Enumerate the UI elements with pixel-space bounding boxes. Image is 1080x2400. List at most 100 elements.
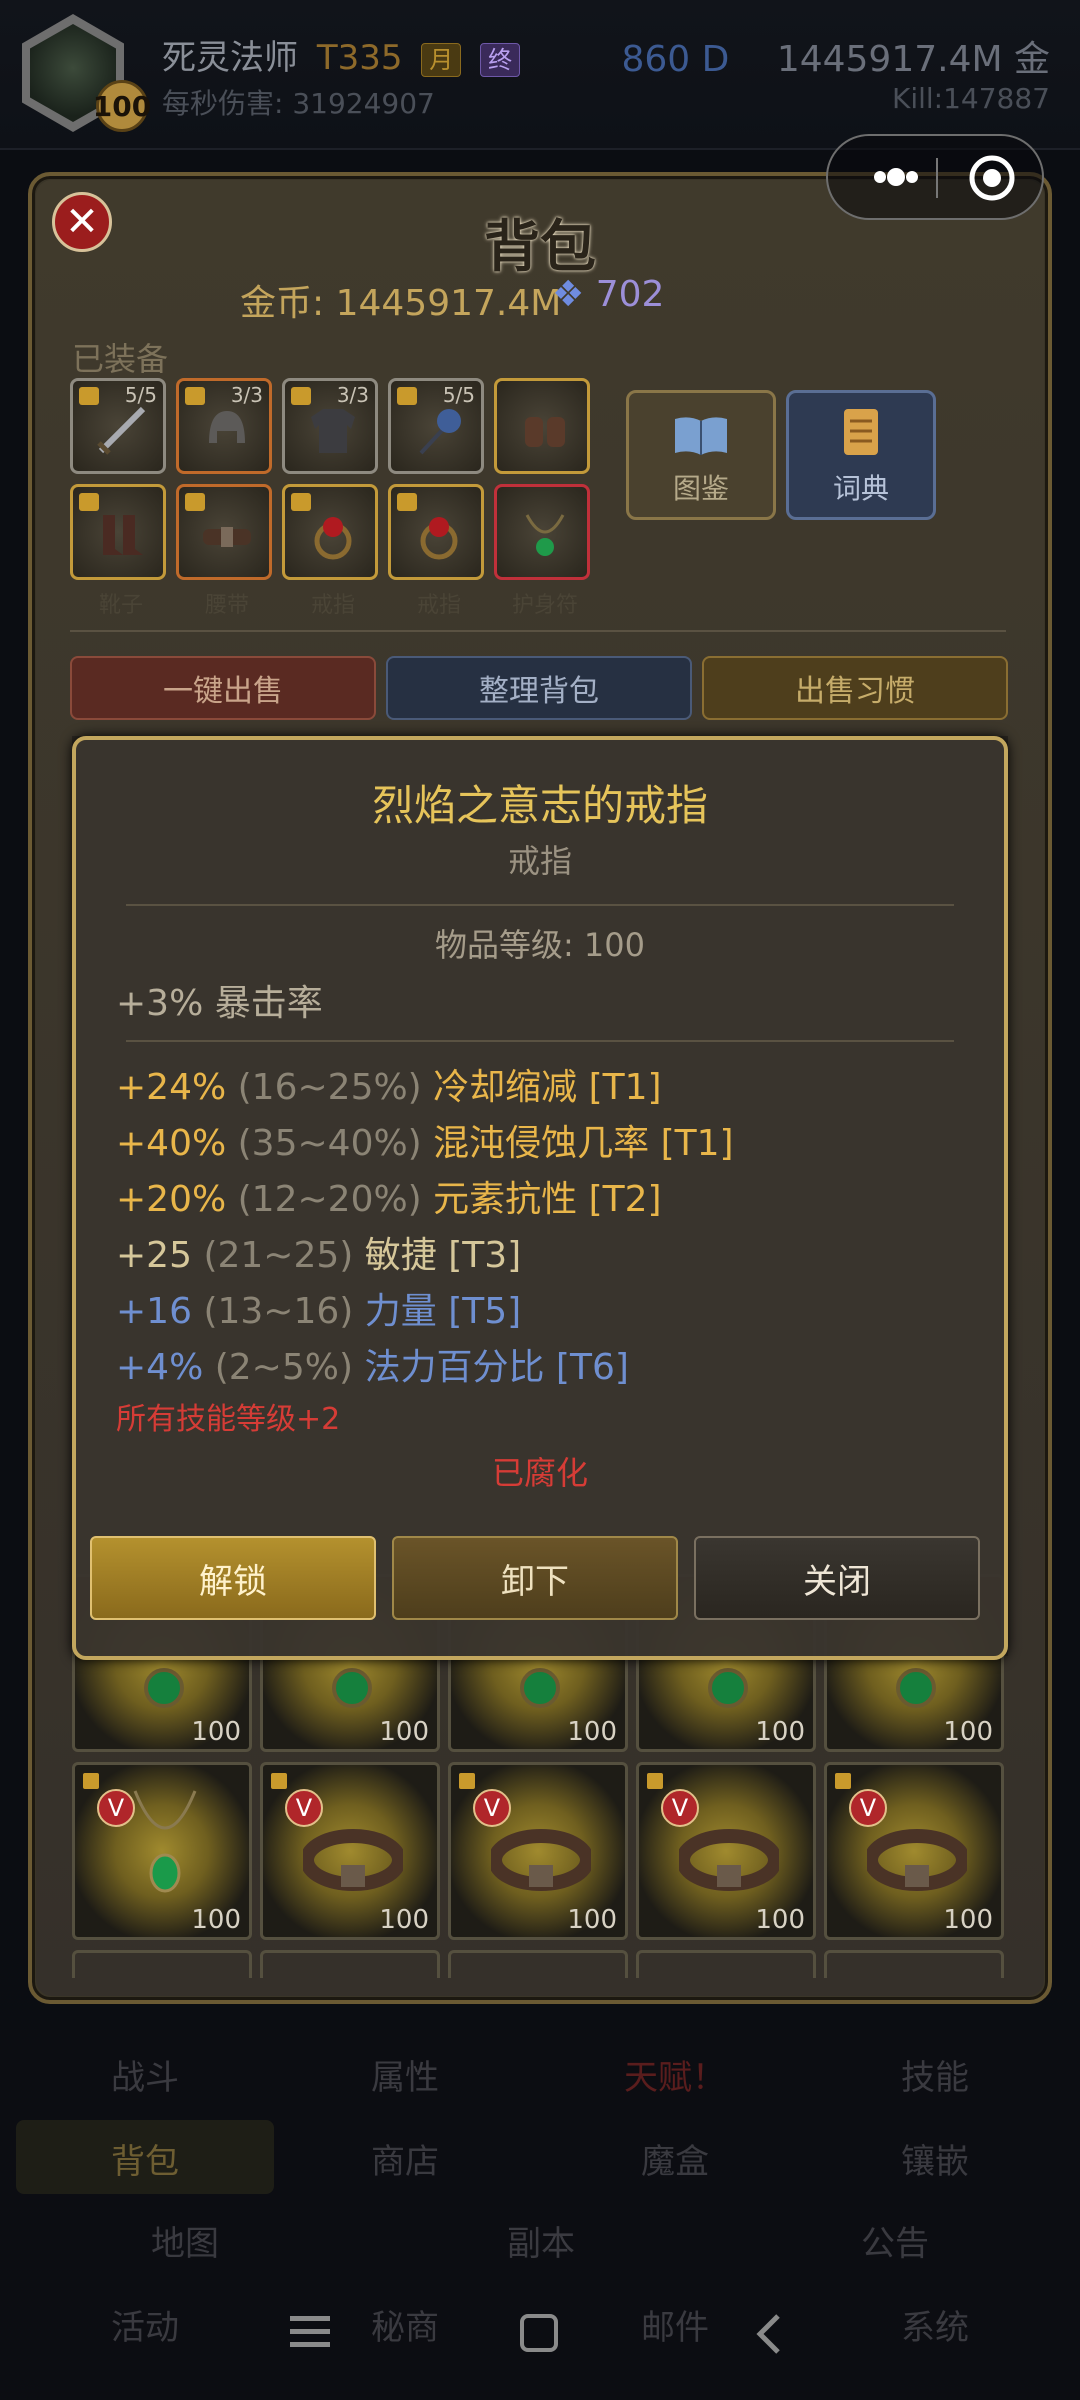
slot-armor[interactable]: 3/3 [282,378,378,474]
emerald-icon [520,1668,560,1708]
bag-cell-belt[interactable]: V 100 [824,1762,1004,1940]
slot-weapon[interactable]: 5/5 [70,378,166,474]
item-level: 100 [379,1905,429,1935]
more-icon[interactable] [854,150,932,204]
gem-count: 702 [595,274,665,315]
nav-magic-box[interactable]: 魔盒 [570,2134,780,2183]
nav-notice[interactable]: 公告 [790,2216,1000,2265]
scroll-icon [844,409,878,455]
affix-range: (13~16) [203,1291,354,1332]
affix-line: +25 (21~25) 敏捷 [T3] [116,1226,521,1278]
nav-map[interactable]: 地图 [80,2216,290,2265]
dictionary-button[interactable]: 词典 [786,390,936,520]
emerald-amulet-icon [133,1790,197,1893]
chest-armor-icon [311,409,355,453]
kill-count: Kill:147887 [891,82,1050,115]
affix-name: 力量 [T5] [364,1291,522,1332]
helmet-icon [209,411,245,443]
affix-line: +16 (13~16) 力量 [T5] [116,1282,521,1334]
nav-events[interactable]: 活动 [40,2300,250,2349]
tooltip-divider [126,904,954,906]
slot-offhand[interactable]: 5/5 [388,378,484,474]
affix-line: +40% (35~40%) 混沌侵蚀几率 [T1] [116,1114,734,1166]
class-line: 死灵法师 T335 月 终 [162,30,521,79]
affix-name: 元素抗性 [T2] [433,1179,662,1220]
bag-cell-stub [448,1950,628,1978]
nav-inlay[interactable]: 镶嵌 [830,2134,1040,2183]
lock-icon [835,1773,851,1789]
item-level-line: 物品等级: 100 [434,926,646,964]
close-tooltip-button[interactable]: 关闭 [694,1536,980,1620]
lock-icon [83,1773,99,1789]
slot-label: 靴子 [98,593,143,618]
belt-icon [867,1829,967,1891]
item-type: 戒指 [507,842,572,880]
back-icon[interactable] [750,2310,790,2358]
menu-icon[interactable] [286,2312,336,2352]
book-icon [675,417,727,455]
implicit-stat: +3% 暴击率 [116,983,323,1024]
dps-text: 每秒伤害: 31924907 [162,87,435,120]
nav-skills[interactable]: 技能 [830,2050,1040,2099]
sell-habit-button[interactable]: 出售习惯 [702,656,1008,720]
slot-ring-1[interactable]: 戒指 [282,484,378,618]
slot-belt[interactable]: 腰带 [176,484,272,618]
affix-value: +24% [116,1067,227,1108]
affix-range: (12~20%) [237,1179,422,1220]
slot-label: 戒指 [416,593,461,618]
slot-label: 护身符 [511,593,578,618]
slot-helmet[interactable]: 3/3 [176,378,272,474]
affix-value: +4% [116,1347,204,1388]
nav-dungeon[interactable]: 副本 [436,2216,646,2265]
affix-name: 冷却缩减 [T1] [433,1067,662,1108]
affix-value: +40% [116,1123,227,1164]
affix-line: +4% (2~5%) 法力百分比 [T6] [116,1338,629,1390]
affix-range: (35~40%) [237,1123,422,1164]
final-badge: 终 [480,42,521,77]
emerald-icon [144,1668,184,1708]
nav-shop[interactable]: 商店 [300,2134,510,2183]
tooltip-divider [126,1040,954,1042]
class-name: 死灵法师 [162,38,298,78]
bag-cell-amulet[interactable]: V 100 [72,1762,252,1940]
bag-cell-belt[interactable]: V 100 [636,1762,816,1940]
bag-cell-belt[interactable]: V 100 [260,1762,440,1940]
lock-icon [271,1773,287,1789]
capsule-divider [936,158,938,198]
nav-battle[interactable]: 战斗 [40,2050,250,2099]
belt-icon [203,527,251,547]
gold-total: 1445917.4M 金 [776,39,1050,80]
affix-range: (21~25) [203,1235,354,1276]
exit-target-icon[interactable] [964,150,1020,206]
corrupted-label: 已腐化 [491,1454,588,1492]
ruby-ring-icon [314,517,352,560]
slot-label: 戒指 [310,593,355,618]
unequip-button[interactable]: 卸下 [392,1536,678,1620]
nav-mail[interactable]: 邮件 [570,2300,780,2349]
nav-system[interactable]: 系统 [830,2300,1040,2349]
gloves-icon [525,417,565,447]
unlock-button[interactable]: 解锁 [90,1536,376,1620]
nav-talent[interactable]: 天赋！ [570,2050,780,2099]
sell-all-button[interactable]: 一键出售 [70,656,376,720]
codex-button[interactable]: 图鉴 [626,390,776,520]
v-badge: V [285,1789,323,1827]
slot-ring-2[interactable]: 戒指 [388,484,484,618]
gem-balance: ❖ 702 [552,274,664,315]
emerald-icon [896,1668,936,1708]
affix-range: (16~25%) [237,1067,422,1108]
affix-value: +25 [116,1235,192,1276]
nav-attributes[interactable]: 属性 [300,2050,510,2099]
item-level: 100 [943,1905,993,1935]
boots-icon [103,515,143,555]
sort-bag-button[interactable]: 整理背包 [386,656,692,720]
month-badge: 月 [421,42,462,77]
item-level: 100 [755,1905,805,1935]
home-icon[interactable] [518,2312,562,2356]
slot-gloves[interactable] [494,378,590,474]
nav-backpack[interactable]: 背包 [40,2134,250,2183]
belt-icon [303,1829,403,1891]
slot-amulet[interactable]: 护身符 [494,484,590,618]
slot-boots[interactable]: 靴子 [70,484,166,618]
bag-cell-belt[interactable]: V 100 [448,1762,628,1940]
